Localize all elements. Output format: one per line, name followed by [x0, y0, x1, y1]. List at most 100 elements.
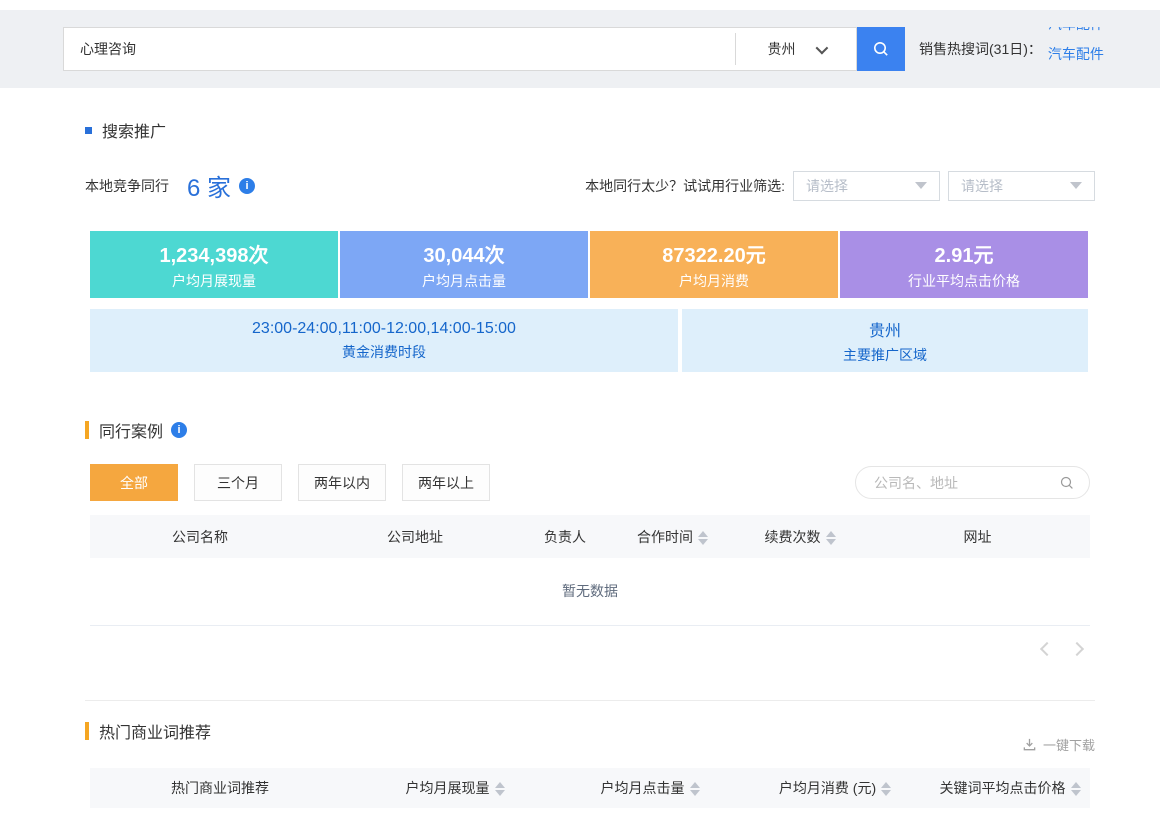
industry-filter-hint: 本地同行太少？试试用行业筛选: [585, 176, 785, 196]
stat-cards: 1,234,398次 户均月展现量 30,044次 户均月点击量 87322.2… [90, 231, 1088, 298]
triangle-down-icon [1070, 182, 1082, 189]
col-monthly-clicks: 户均月点击量 [560, 768, 740, 808]
tab-over-two-years[interactable]: 两年以上 [402, 464, 490, 501]
hot-words-header-row: 热门商业词推荐 户均月展现量 户均月点击量 户均月消费 (元) 关键词平均点击价… [90, 768, 1090, 808]
stat-value: 87322.20元 [662, 239, 765, 268]
table-row [90, 808, 1090, 818]
industry-select-2[interactable]: 请选择 [948, 171, 1095, 201]
panel-value: 贵州 [869, 317, 901, 341]
search-button[interactable] [857, 27, 905, 71]
orange-bar-icon [85, 421, 89, 439]
info-circle-icon[interactable]: i [171, 422, 187, 438]
sort-carets-icon[interactable] [690, 782, 700, 796]
stat-card-spend: 87322.20元 户均月消费 [590, 231, 838, 298]
industry-select-2-placeholder: 请选择 [961, 176, 1003, 196]
chevron-right-icon [1070, 641, 1084, 655]
col-renewal-count: 续费次数 [735, 515, 865, 558]
orange-bar-icon [85, 722, 89, 740]
col-label: 续费次数 [765, 529, 821, 545]
hot-words-area: 销售热搜词(31日)： 汽车配件 汽车配件 [919, 27, 1128, 71]
col-contact-person: 负责人 [520, 515, 610, 558]
section-title: 搜索推广 [102, 118, 166, 142]
panel-golden-hours: 23:00-24:00,11:00-12:00,14:00-15:00 黄金消费… [90, 309, 678, 372]
panel-main-region: 贵州 主要推广区域 [682, 309, 1088, 372]
info-circle-icon[interactable]: i [239, 178, 255, 194]
col-company-name: 公司名称 [90, 515, 310, 558]
competitor-row: 本地竞争同行 6 家 i 本地同行太少？试试用行业筛选: 请选择 请选择 [85, 168, 1095, 203]
region-select[interactable]: 贵州 [736, 28, 856, 70]
hot-words-label: 销售热搜词(31日)： [919, 39, 1042, 59]
chevron-down-icon [815, 41, 828, 54]
sort-carets-icon[interactable] [698, 531, 708, 545]
section-hot-words: 热门商业词推荐 一键下载 [85, 719, 1095, 754]
col-cooperation-time: 合作时间 [610, 515, 735, 558]
col-label: 户均月展现量 [406, 780, 490, 796]
col-website: 网址 [865, 515, 1090, 558]
panel-label: 黄金消费时段 [342, 342, 426, 362]
top-search-bar: 贵州 销售热搜词(31日)： 汽车配件 汽车配件 [0, 10, 1160, 88]
col-company-address: 公司地址 [310, 515, 520, 558]
col-monthly-impressions: 户均月展现量 [350, 768, 560, 808]
stat-value: 2.91元 [935, 239, 994, 268]
cases-table-header-row: 公司名称 公司地址 负责人 合作时间 续费次数 网址 [90, 515, 1090, 558]
tab-within-two-years[interactable]: 两年以内 [298, 464, 386, 501]
company-search-box[interactable] [855, 466, 1090, 499]
prev-page-button[interactable] [1040, 642, 1054, 656]
hot-words-title: 热门商业词推荐 [99, 719, 211, 743]
industry-select-1-placeholder: 请选择 [806, 176, 848, 196]
hot-words-title-row: 热门商业词推荐 [85, 719, 211, 743]
download-all-button[interactable]: 一键下载 [1022, 735, 1095, 754]
download-tray-icon [1022, 737, 1037, 752]
magnifier-icon [871, 39, 891, 59]
sort-carets-icon[interactable] [495, 782, 505, 796]
col-label: 关键词平均点击价格 [940, 780, 1066, 796]
triangle-down-icon [915, 182, 927, 189]
hot-words-table: 热门商业词推荐 户均月展现量 户均月点击量 户均月消费 (元) 关键词平均点击价… [90, 768, 1090, 818]
info-panels: 23:00-24:00,11:00-12:00,14:00-15:00 黄金消费… [90, 309, 1088, 372]
chevron-left-icon [1040, 641, 1054, 655]
industry-filter-group: 本地同行太少？试试用行业筛选: 请选择 请选择 [585, 171, 1095, 201]
empty-state-text: 暂无数据 [90, 558, 1090, 625]
company-search-input[interactable] [874, 475, 1059, 491]
hot-word-link-prev[interactable]: 汽车配件 [1048, 27, 1128, 34]
local-competitors-count: 6 家 [187, 168, 231, 203]
keyword-search-box: 贵州 [63, 27, 857, 71]
stat-card-impressions: 1,234,398次 户均月展现量 [90, 231, 338, 298]
section-peer-cases: 同行案例 i [85, 418, 1095, 442]
panel-label: 主要推广区域 [843, 345, 927, 365]
sort-carets-icon[interactable] [1071, 782, 1081, 796]
magnifier-icon [1059, 475, 1075, 491]
col-keyword-avg-cpc: 关键词平均点击价格 [930, 768, 1090, 808]
download-label: 一键下载 [1043, 735, 1095, 754]
stat-value: 1,234,398次 [160, 239, 269, 268]
next-page-button[interactable] [1070, 642, 1084, 656]
section-divider [85, 700, 1095, 701]
section-search-promotion: 搜索推广 [85, 118, 1095, 142]
tab-all[interactable]: 全部 [90, 464, 178, 501]
stat-label: 行业平均点击价格 [908, 271, 1020, 291]
stat-label: 户均月点击量 [422, 271, 506, 291]
stat-card-avg-cpc: 2.91元 行业平均点击价格 [840, 231, 1088, 298]
keyword-input[interactable] [64, 28, 735, 70]
col-label: 户均月消费 (元) [779, 780, 876, 796]
industry-select-1[interactable]: 请选择 [793, 171, 940, 201]
sort-carets-icon[interactable] [826, 531, 836, 545]
stat-label: 户均月展现量 [172, 271, 256, 291]
col-label: 合作时间 [637, 529, 693, 545]
col-monthly-spend: 户均月消费 (元) [740, 768, 930, 808]
peer-cases-title: 同行案例 [99, 418, 163, 442]
sort-carets-icon[interactable] [881, 782, 891, 796]
stat-value: 30,044次 [423, 239, 504, 268]
tab-three-months[interactable]: 三个月 [194, 464, 282, 501]
region-select-value: 贵州 [768, 39, 796, 59]
panel-value: 23:00-24:00,11:00-12:00,14:00-15:00 [252, 320, 516, 338]
stat-label: 户均月消费 [679, 271, 749, 291]
cases-tabs-row: 全部 三个月 两年以内 两年以上 [90, 464, 1090, 501]
stat-card-clicks: 30,044次 户均月点击量 [340, 231, 588, 298]
square-bullet-icon [85, 127, 92, 134]
col-label: 户均月点击量 [601, 780, 685, 796]
pagination [90, 642, 1090, 656]
col-hot-word: 热门商业词推荐 [90, 768, 350, 808]
local-competitors-label: 本地竞争同行 [85, 176, 169, 196]
hot-word-link[interactable]: 汽车配件 [1048, 44, 1128, 64]
